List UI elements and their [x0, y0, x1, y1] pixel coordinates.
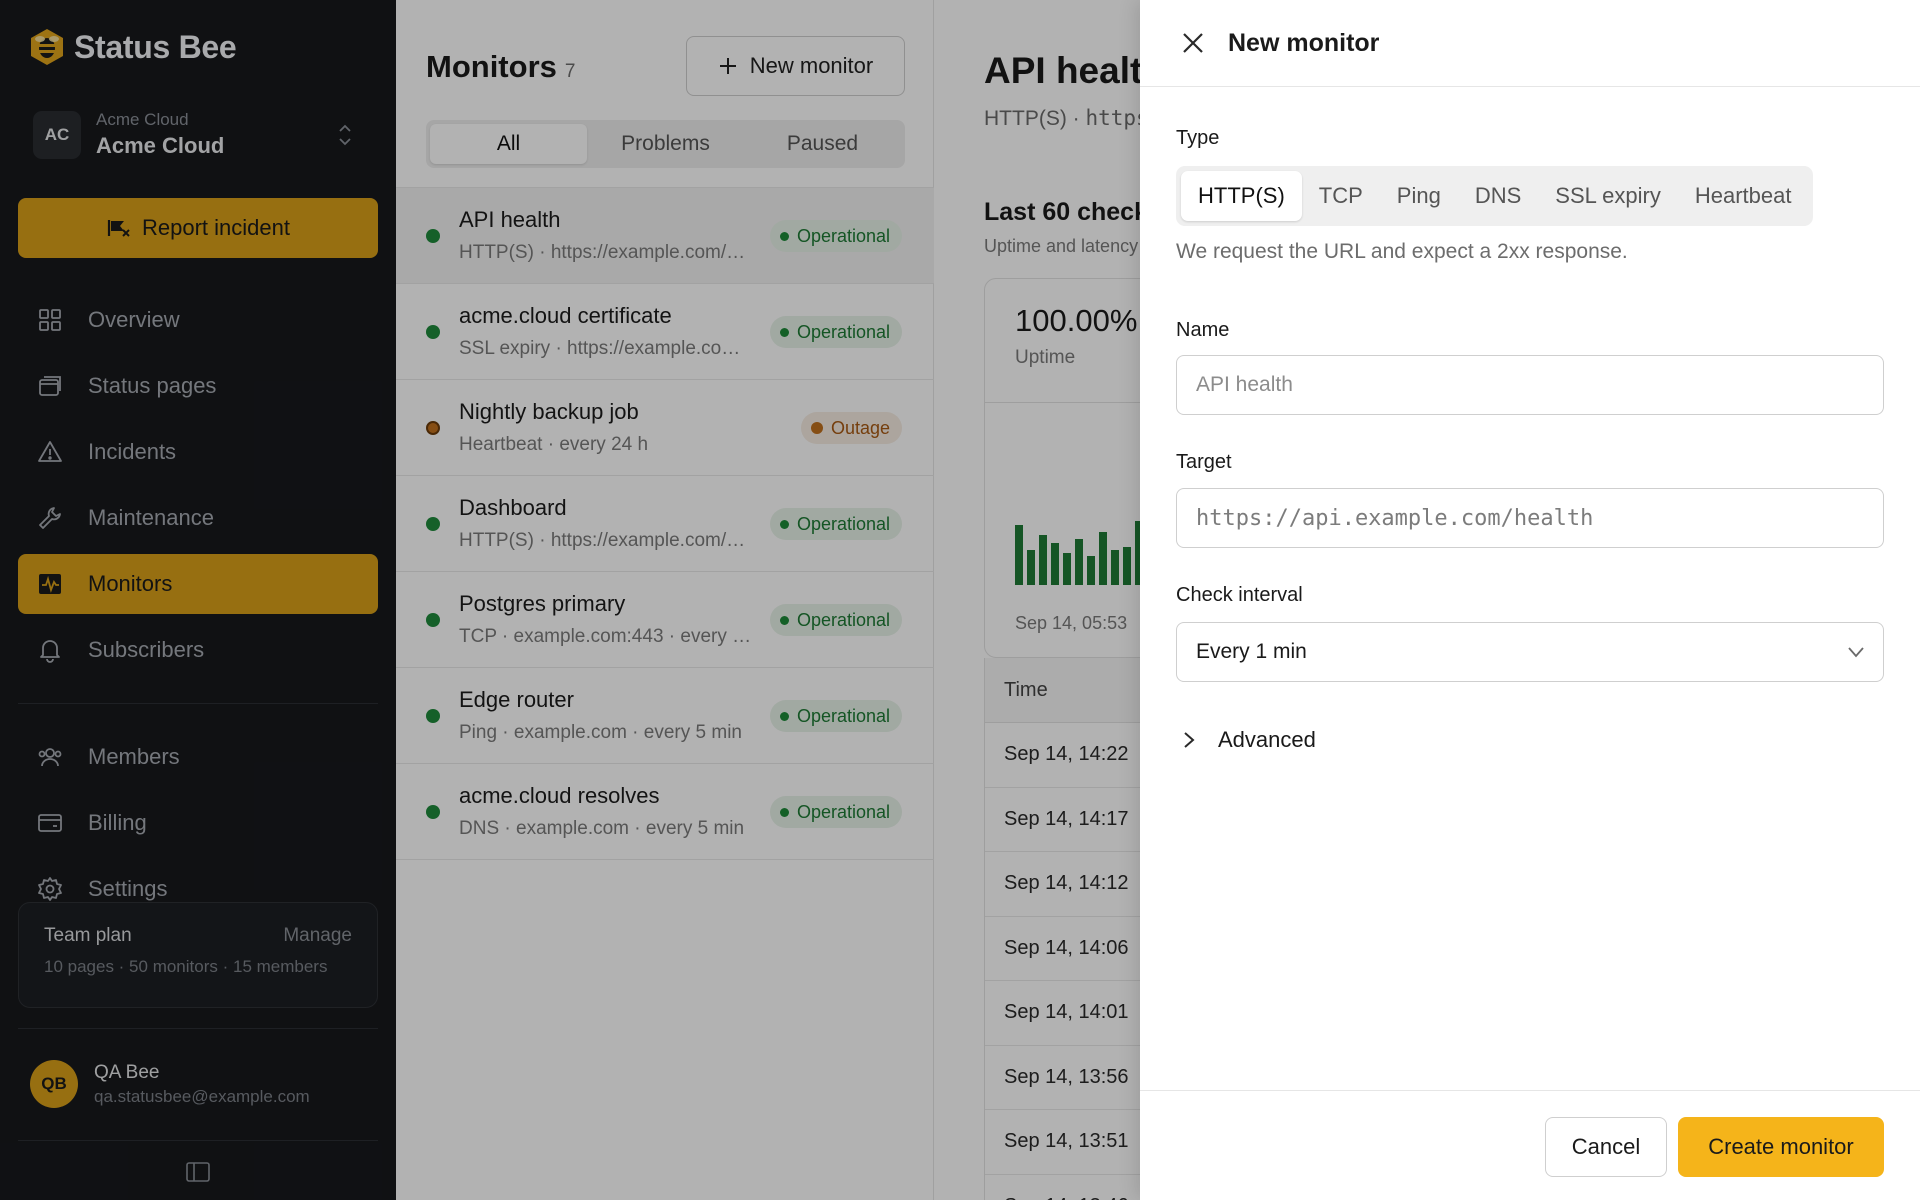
drawer-title: New monitor — [1228, 28, 1380, 57]
interval-select[interactable]: Every 1 min — [1176, 622, 1884, 682]
interval-label: Check interval — [1176, 584, 1303, 606]
type-option-dns[interactable]: DNS — [1458, 171, 1538, 221]
cancel-button[interactable]: Cancel — [1545, 1117, 1667, 1177]
chevron-down-icon — [1848, 647, 1864, 658]
name-field — [1176, 355, 1884, 415]
target-input[interactable] — [1196, 505, 1864, 531]
type-option-ssl-expiry[interactable]: SSL expiry — [1538, 171, 1678, 221]
interval-value: Every 1 min — [1196, 640, 1307, 663]
drawer-footer: Cancel Create monitor — [1140, 1090, 1920, 1200]
name-label: Name — [1176, 319, 1230, 341]
type-option-https[interactable]: HTTP(S) — [1181, 171, 1302, 221]
type-help-text: We request the URL and expect a 2xx resp… — [1176, 240, 1628, 263]
target-field — [1176, 488, 1884, 548]
close-icon[interactable] — [1180, 30, 1206, 56]
type-option-tcp[interactable]: TCP — [1302, 171, 1380, 221]
target-label: Target — [1176, 451, 1232, 473]
type-selector: HTTP(S) TCP Ping DNS SSL expiry Heartbea… — [1176, 166, 1814, 226]
type-option-heartbeat[interactable]: Heartbeat — [1678, 171, 1809, 221]
create-monitor-button[interactable]: Create monitor — [1678, 1117, 1884, 1177]
chevron-right-icon — [1184, 732, 1195, 748]
type-option-ping[interactable]: Ping — [1380, 171, 1458, 221]
type-label: Type — [1176, 127, 1220, 149]
drawer-header: New monitor — [1140, 0, 1920, 87]
modal-backdrop[interactable] — [0, 0, 1140, 1200]
new-monitor-drawer: New monitor Type HTTP(S) TCP Ping DNS SS… — [1140, 0, 1920, 1200]
advanced-label: Advanced — [1218, 727, 1316, 752]
advanced-toggle[interactable]: Advanced — [1176, 727, 1316, 753]
name-input[interactable] — [1196, 373, 1864, 397]
